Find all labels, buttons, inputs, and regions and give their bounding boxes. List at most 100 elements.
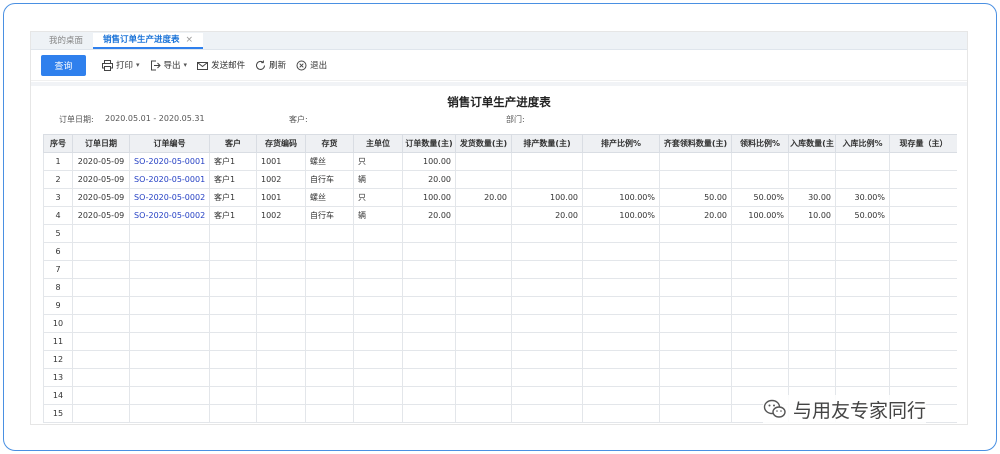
- column-header[interactable]: 领料比例%: [731, 134, 789, 153]
- table-cell: [353, 368, 403, 387]
- table-cell: [659, 404, 732, 423]
- print-button[interactable]: 打印 ▾: [102, 59, 140, 71]
- table-row[interactable]: 10: [43, 314, 957, 333]
- table-cell: [209, 386, 257, 405]
- tab-my-desktop[interactable]: 我的桌面: [39, 33, 93, 49]
- table-cell: [305, 350, 354, 369]
- table-cell: 4: [43, 206, 73, 225]
- column-header[interactable]: 存货编码: [256, 134, 306, 153]
- column-header[interactable]: 订单编号: [129, 134, 210, 153]
- table-cell: [889, 278, 957, 297]
- table-cell: 7: [43, 260, 73, 279]
- send-mail-button[interactable]: 发送邮件: [197, 59, 245, 71]
- table-row[interactable]: 4 2020-05-09 SO-2020-05-0002 客户1 1002 自行车辆 20.…: [43, 206, 957, 225]
- table-cell: 6: [43, 242, 73, 261]
- order-number-link: [129, 260, 210, 279]
- table-cell: [582, 332, 660, 351]
- column-header[interactable]: 排产比例%: [582, 134, 660, 153]
- table-row[interactable]: 3 2020-05-09 SO-2020-05-0002 客户1 1001 螺丝只 100.…: [43, 188, 957, 207]
- table-cell: [402, 404, 456, 423]
- column-header[interactable]: 订单日期: [72, 134, 130, 153]
- order-number-link: [129, 404, 210, 423]
- table-cell: [731, 152, 789, 171]
- table-row[interactable]: 12: [43, 350, 957, 369]
- close-icon[interactable]: ×: [186, 32, 194, 48]
- table-cell: [511, 368, 583, 387]
- table-row[interactable]: 7: [43, 260, 957, 279]
- table-cell: 只: [353, 152, 403, 171]
- order-number-link[interactable]: SO-2020-05-0001: [129, 152, 210, 171]
- column-header[interactable]: 现存量（主）: [889, 134, 957, 153]
- column-header[interactable]: 齐套领料数量(主): [659, 134, 732, 153]
- printer-icon: [102, 59, 113, 71]
- table-row[interactable]: 11: [43, 332, 957, 351]
- table-cell: [353, 404, 403, 423]
- table-cell: [256, 404, 306, 423]
- table-row[interactable]: 13: [43, 368, 957, 387]
- table-cell: [305, 332, 354, 351]
- column-header[interactable]: 订单数量(主): [402, 134, 456, 153]
- table-row[interactable]: 5: [43, 224, 957, 243]
- table-cell: 50.00: [659, 188, 732, 207]
- table-cell: [731, 296, 789, 315]
- table-cell: [256, 260, 306, 279]
- export-button[interactable]: 导出 ▾: [150, 59, 187, 71]
- table-cell: [353, 278, 403, 297]
- column-header[interactable]: 主单位: [353, 134, 403, 153]
- table-cell: [353, 350, 403, 369]
- table-cell: [511, 170, 583, 189]
- column-header[interactable]: 入库比例%: [835, 134, 890, 153]
- table-cell: [889, 260, 957, 279]
- order-number-link: [129, 314, 210, 333]
- table-cell: [835, 350, 890, 369]
- table-cell: [788, 242, 836, 261]
- column-header[interactable]: 入库数量(主: [788, 134, 836, 153]
- table-cell: [731, 260, 789, 279]
- table-cell: [209, 224, 257, 243]
- table-cell: [835, 224, 890, 243]
- table-cell: [659, 296, 732, 315]
- column-header[interactable]: 发货数量(主): [455, 134, 512, 153]
- tab-bar: 我的桌面 销售订单生产进度表 ×: [31, 32, 967, 50]
- column-header[interactable]: 排产数量(主): [511, 134, 583, 153]
- table-cell: [72, 260, 130, 279]
- table-row[interactable]: 9: [43, 296, 957, 315]
- order-number-link[interactable]: SO-2020-05-0001: [129, 170, 210, 189]
- order-number-link[interactable]: SO-2020-05-0002: [129, 206, 210, 225]
- export-icon: [150, 60, 161, 71]
- exit-button[interactable]: 退出: [296, 59, 327, 71]
- tab-sales-order-progress[interactable]: 销售订单生产进度表 ×: [93, 32, 204, 49]
- refresh-button[interactable]: 刷新: [255, 59, 286, 71]
- table-cell: [659, 152, 732, 171]
- table-cell: 100.00: [511, 188, 583, 207]
- table-cell: [582, 170, 660, 189]
- order-number-link: [129, 278, 210, 297]
- table-cell: 1002: [256, 206, 306, 225]
- column-header[interactable]: 序号: [43, 134, 73, 153]
- order-number-link: [129, 386, 210, 405]
- table-cell: [402, 242, 456, 261]
- table-cell: [72, 368, 130, 387]
- query-button[interactable]: 查询: [41, 54, 86, 76]
- table-cell: 12: [43, 350, 73, 369]
- table-cell: [788, 152, 836, 171]
- table-cell: [353, 242, 403, 261]
- table-cell: [402, 350, 456, 369]
- data-grid: 序号 订单日期 订单编号 客户 存货编码 存货 主单位 订单数量(主) 发货数量(主) 排产数量(…: [43, 134, 957, 424]
- table-row[interactable]: 2 2020-05-09 SO-2020-05-0001 客户1 1002 自行车辆 20.…: [43, 170, 957, 189]
- table-cell: [835, 152, 890, 171]
- column-header[interactable]: 存货: [305, 134, 354, 153]
- order-number-link[interactable]: SO-2020-05-0002: [129, 188, 210, 207]
- table-cell: [788, 296, 836, 315]
- order-number-link: [129, 224, 210, 243]
- table-cell: [511, 224, 583, 243]
- table-cell: [209, 332, 257, 351]
- table-row[interactable]: 8: [43, 278, 957, 297]
- table-row[interactable]: 6: [43, 242, 957, 261]
- table-cell: [72, 332, 130, 351]
- close-circle-icon: [296, 60, 307, 71]
- refresh-label: 刷新: [269, 61, 287, 71]
- table-row[interactable]: 1 2020-05-09 SO-2020-05-0001 客户1 1001 螺丝只 100.…: [43, 152, 957, 171]
- column-header[interactable]: 客户: [209, 134, 257, 153]
- table-cell: 100.00%: [582, 188, 660, 207]
